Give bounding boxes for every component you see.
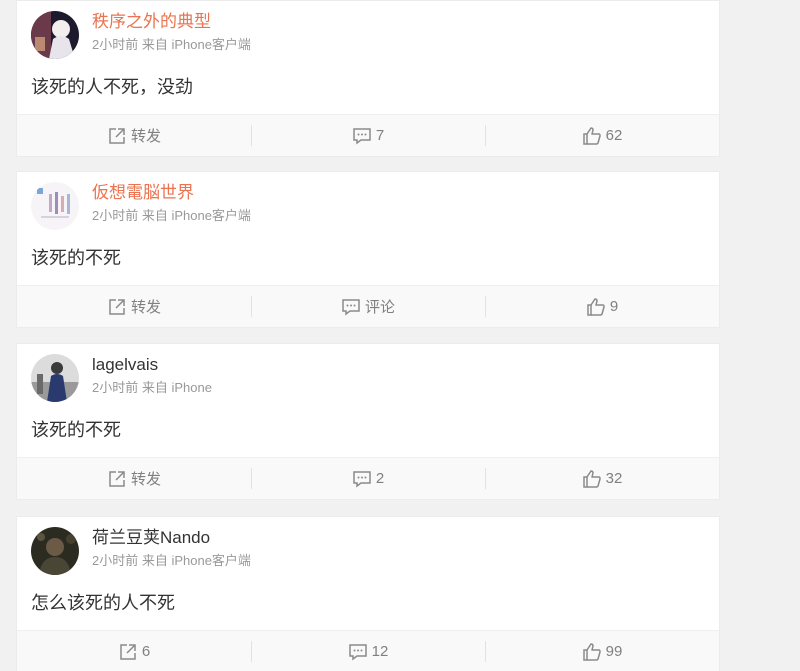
- thumbs-up-icon: [586, 297, 606, 317]
- username[interactable]: lagelvais: [92, 355, 158, 375]
- comment-count: 7: [375, 127, 385, 144]
- repost-button[interactable]: 6: [17, 631, 251, 671]
- comment-count: 2: [375, 470, 385, 487]
- comment-button[interactable]: 评论: [251, 286, 485, 327]
- comment-text: 该死的人不死，没劲: [31, 77, 193, 97]
- repost-label: 转发: [130, 128, 161, 145]
- like-count: 9: [609, 298, 619, 315]
- post-meta: 2小时前 来自 iPhone客户端: [92, 553, 251, 568]
- post-meta: 2小时前 来自 iPhone客户端: [92, 37, 251, 52]
- comment-label: 评论: [364, 299, 395, 316]
- like-count: 62: [605, 127, 623, 144]
- comment-card: 仮想電脳世界 2小时前 来自 iPhone客户端 该死的不死 转发 评论 9: [16, 171, 720, 328]
- weibo-comment-feed: 秩序之外的典型 2小时前 来自 iPhone客户端 该死的人不死，没劲 转发 7: [0, 0, 800, 671]
- comment-button[interactable]: 2: [251, 458, 485, 499]
- post-meta: 2小时前 来自 iPhone: [92, 380, 212, 395]
- comment-icon: [341, 297, 361, 317]
- username[interactable]: 秩序之外的典型: [92, 12, 211, 32]
- comment-icon: [352, 469, 372, 489]
- like-count: 32: [605, 470, 623, 487]
- comment-text: 该死的不死: [31, 420, 121, 440]
- repost-icon: [107, 469, 127, 489]
- thumbs-up-icon: [582, 469, 602, 489]
- comment-icon: [352, 126, 372, 146]
- repost-icon: [107, 297, 127, 317]
- post-meta: 2小时前 来自 iPhone客户端: [92, 208, 251, 223]
- like-button[interactable]: 99: [485, 631, 719, 671]
- action-bar: 转发 评论 9: [17, 285, 719, 327]
- comment-button[interactable]: 12: [251, 631, 485, 671]
- repost-icon: [118, 642, 138, 662]
- thumbs-up-icon: [582, 642, 602, 662]
- comment-text: 该死的不死: [31, 248, 121, 268]
- username[interactable]: 荷兰豆荚Nando: [92, 528, 210, 548]
- action-bar: 6 12 99: [17, 630, 719, 671]
- avatar[interactable]: [31, 527, 79, 575]
- comment-card: 秩序之外的典型 2小时前 来自 iPhone客户端 该死的人不死，没劲 转发 7: [16, 0, 720, 157]
- repost-button[interactable]: 转发: [17, 458, 251, 499]
- comment-icon: [348, 642, 368, 662]
- repost-button[interactable]: 转发: [17, 286, 251, 327]
- like-count: 99: [605, 643, 623, 660]
- comment-card: 荷兰豆荚Nando 2小时前 来自 iPhone客户端 怎么该死的人不死 6 1…: [16, 516, 720, 671]
- repost-count: 6: [141, 643, 151, 660]
- like-button[interactable]: 9: [485, 286, 719, 327]
- like-button[interactable]: 32: [485, 458, 719, 499]
- comment-count: 12: [371, 643, 389, 660]
- repost-label: 转发: [130, 299, 161, 316]
- repost-label: 转发: [130, 471, 161, 488]
- comment-card: lagelvais 2小时前 来自 iPhone 该死的不死 转发 2 32: [16, 343, 720, 500]
- thumbs-up-icon: [582, 126, 602, 146]
- repost-button[interactable]: 转发: [17, 115, 251, 156]
- avatar[interactable]: [31, 182, 79, 230]
- avatar[interactable]: [31, 11, 79, 59]
- comment-button[interactable]: 7: [251, 115, 485, 156]
- comment-text: 怎么该死的人不死: [31, 593, 175, 613]
- username[interactable]: 仮想電脳世界: [92, 183, 194, 203]
- repost-icon: [107, 126, 127, 146]
- action-bar: 转发 2 32: [17, 457, 719, 499]
- like-button[interactable]: 62: [485, 115, 719, 156]
- action-bar: 转发 7 62: [17, 114, 719, 156]
- avatar[interactable]: [31, 354, 79, 402]
